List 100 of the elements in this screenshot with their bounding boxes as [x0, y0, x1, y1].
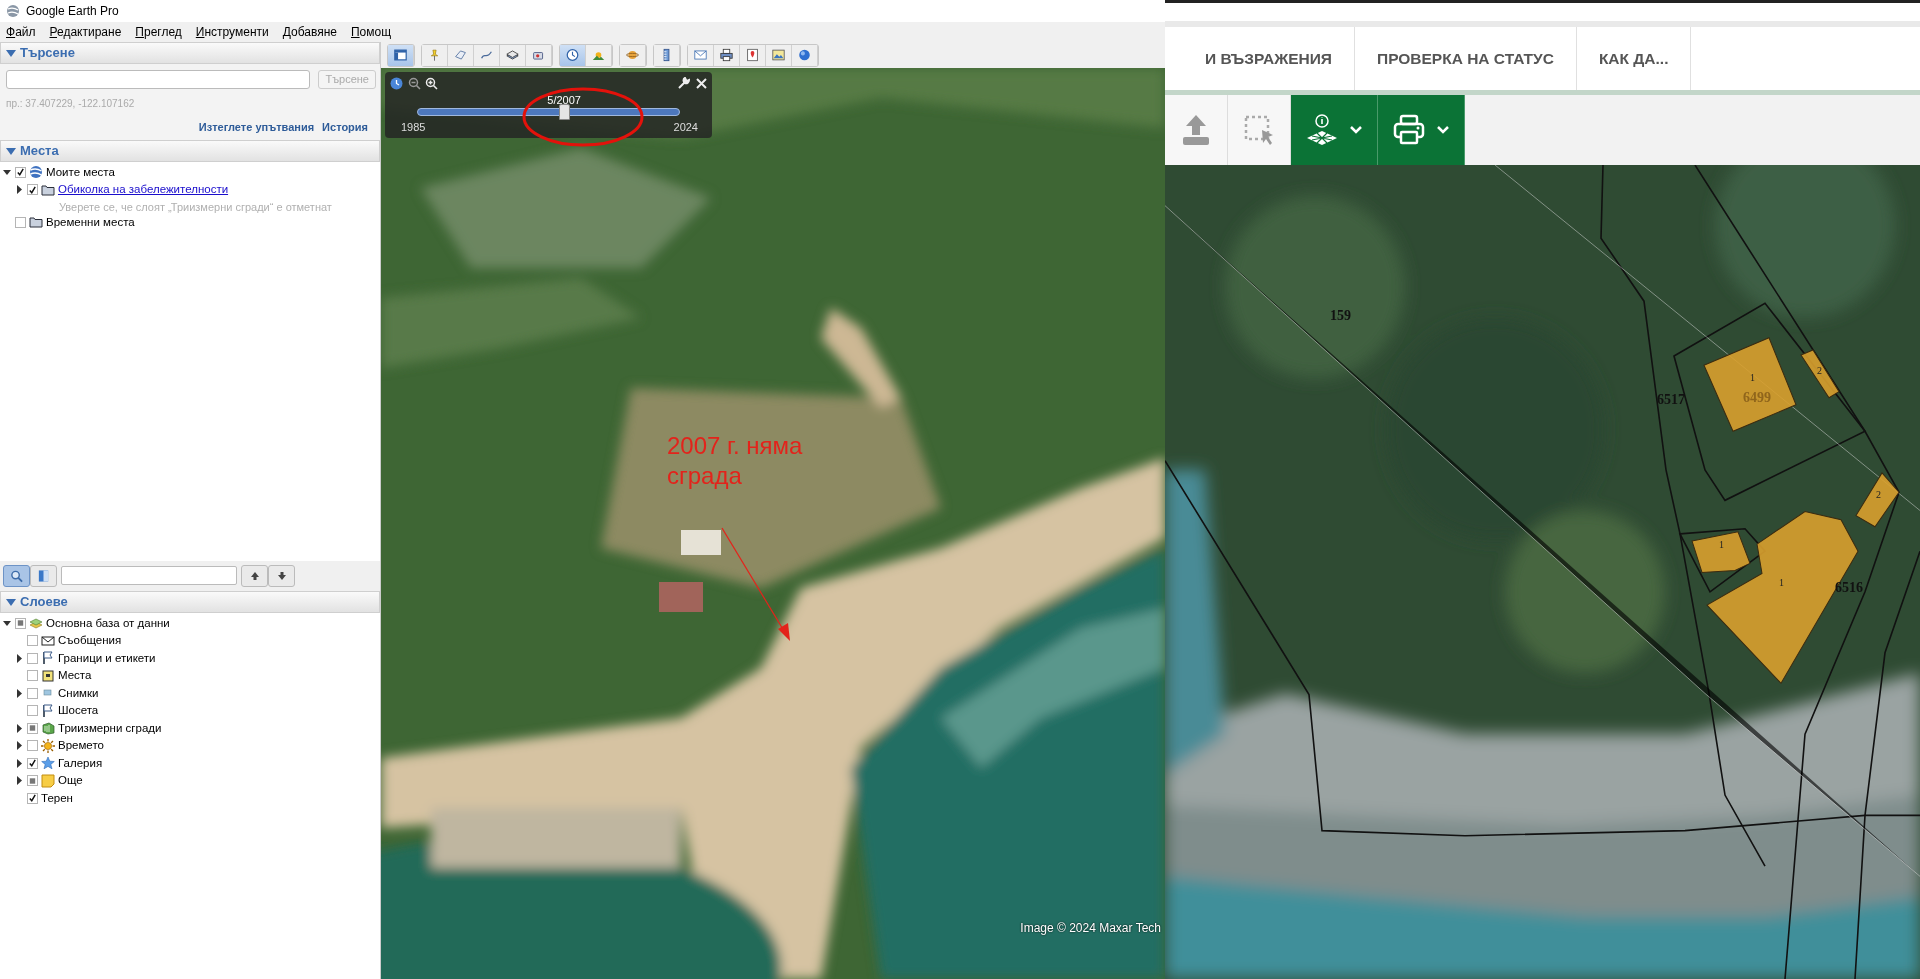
- expander-icon[interactable]: [15, 688, 24, 698]
- expander-icon[interactable]: [3, 618, 12, 628]
- tree-item-label[interactable]: Шосета: [58, 702, 99, 720]
- checkbox[interactable]: [27, 792, 38, 804]
- year-label: 2024: [673, 120, 698, 135]
- tree-item-label[interactable]: Триизмерни сгради: [58, 719, 162, 737]
- hint-text: Уверете се, че слоят „Триизмерни сгради“ е отметнат: [58, 199, 333, 214]
- envelope-icon: [694, 47, 707, 63]
- flag-icon: [41, 703, 55, 718]
- triangle-icon[interactable]: [6, 48, 16, 58]
- expander-icon[interactable]: [15, 185, 24, 195]
- tool-button[interactable]: [1378, 95, 1465, 165]
- building-number: 1: [1719, 538, 1724, 552]
- tool-button[interactable]: [1291, 95, 1378, 165]
- checkbox[interactable]: [27, 722, 38, 734]
- checkbox[interactable]: [15, 166, 26, 178]
- mode-button[interactable]: [30, 564, 57, 587]
- toolbar-button[interactable]: [654, 44, 680, 66]
- checkbox[interactable]: [27, 670, 38, 682]
- menu-item[interactable]: Редактиране: [49, 23, 122, 41]
- checkbox[interactable]: [15, 216, 26, 228]
- checkbox[interactable]: [27, 652, 38, 664]
- search-field[interactable]: [6, 70, 311, 89]
- link[interactable]: Изтеглете упътвания: [198, 119, 315, 136]
- tree-item-label[interactable]: Места: [58, 667, 92, 685]
- checkbox[interactable]: [15, 617, 26, 629]
- tree-item-label[interactable]: Снимки: [58, 684, 99, 702]
- checkbox[interactable]: [27, 705, 38, 717]
- nav-tab[interactable]: ПРОВЕРКА НА СТАТУС: [1355, 27, 1577, 90]
- tree-item-label[interactable]: Съобщения: [58, 632, 122, 650]
- toolbar-button[interactable]: [792, 44, 818, 66]
- triangle-icon[interactable]: [6, 596, 16, 607]
- imagery-attribution: Image © 2024 Maxar Tech: [1020, 920, 1161, 937]
- toolbar-button[interactable]: [500, 44, 526, 66]
- date-label: 5/2007: [547, 93, 581, 108]
- check-icon: [28, 184, 37, 195]
- menu-item[interactable]: Помощ: [351, 23, 392, 41]
- link[interactable]: История: [322, 119, 368, 136]
- tree-item-label[interactable]: Времето: [58, 737, 104, 755]
- menu-item[interactable]: Преглед: [135, 23, 182, 41]
- tree-item-label[interactable]: Терен: [41, 789, 73, 807]
- tree-item-label[interactable]: Временни места: [46, 213, 135, 231]
- clock-icon[interactable]: [390, 77, 403, 90]
- close-icon[interactable]: [695, 77, 708, 90]
- checkbox[interactable]: [27, 687, 38, 699]
- building-number: 1: [1750, 371, 1755, 385]
- checkbox[interactable]: [27, 184, 38, 196]
- building-icon: [41, 721, 55, 736]
- expander-icon[interactable]: [15, 723, 24, 733]
- expander-icon[interactable]: [15, 758, 24, 768]
- checkbox[interactable]: [27, 757, 38, 769]
- mode-button[interactable]: [3, 564, 30, 587]
- checkbox[interactable]: [27, 775, 38, 787]
- tree-item-label[interactable]: Основна база от данни: [46, 614, 170, 632]
- tree-item-label[interactable]: Още: [58, 772, 83, 790]
- panel-title[interactable]: Слоеве: [20, 591, 68, 612]
- filter-field[interactable]: [61, 566, 237, 585]
- annotation-text: 2007 г. няма сграда: [667, 431, 804, 491]
- expander-icon[interactable]: [3, 167, 12, 177]
- check-icon: [28, 758, 37, 769]
- toolbar-button[interactable]: [560, 44, 586, 66]
- parcel-number: 159: [1330, 307, 1351, 325]
- printer-icon: [720, 47, 733, 63]
- panel-title[interactable]: Места: [20, 140, 59, 161]
- check-icon: [16, 167, 25, 178]
- partial-check-icon: [16, 618, 25, 629]
- nav-tab[interactable]: КАК ДА...: [1576, 27, 1692, 90]
- flag-icon: [41, 651, 55, 666]
- toolbar-button[interactable]: [714, 44, 740, 66]
- move-down-button[interactable]: [268, 564, 295, 587]
- time-slider-thumb[interactable]: [559, 104, 571, 120]
- checkbox[interactable]: [27, 635, 38, 647]
- toolbar-button[interactable]: [740, 44, 766, 66]
- zoom-in-icon[interactable]: [425, 77, 438, 90]
- toolbar-button[interactable]: [388, 44, 414, 66]
- menu-item[interactable]: Добавяне: [282, 23, 337, 41]
- down-arrow-icon: [276, 570, 287, 581]
- window-title: Google Earth Pro: [26, 3, 119, 20]
- zoom-out-icon[interactable]: [408, 77, 421, 90]
- wrench-icon[interactable]: [677, 77, 690, 90]
- expander-icon[interactable]: [15, 741, 24, 751]
- menu-item[interactable]: Инструменти: [195, 23, 269, 41]
- menu-item[interactable]: Файл: [6, 23, 36, 41]
- panel-title[interactable]: Търсене: [20, 43, 75, 63]
- link[interactable]: Обиколка на забележителности: [58, 181, 229, 199]
- expander-icon[interactable]: [15, 653, 24, 663]
- folder-icon: [41, 182, 55, 197]
- layers-icon: [29, 616, 43, 631]
- toolbar-button[interactable]: [526, 44, 552, 66]
- tree-item-label[interactable]: Моите места: [46, 163, 115, 181]
- polygon-icon: [454, 47, 467, 63]
- checkbox[interactable]: [27, 740, 38, 752]
- triangle-icon[interactable]: [6, 145, 16, 156]
- note-icon: [41, 773, 55, 788]
- tree-item-label[interactable]: Галерия: [58, 754, 103, 772]
- building-outline: [1800, 349, 1840, 399]
- move-up-button[interactable]: [241, 564, 268, 587]
- tree-item-label[interactable]: Граници и етикети: [58, 649, 156, 667]
- nav-tab[interactable]: И ВЪЗРАЖЕНИЯ: [1165, 27, 1355, 90]
- expander-icon[interactable]: [15, 776, 24, 786]
